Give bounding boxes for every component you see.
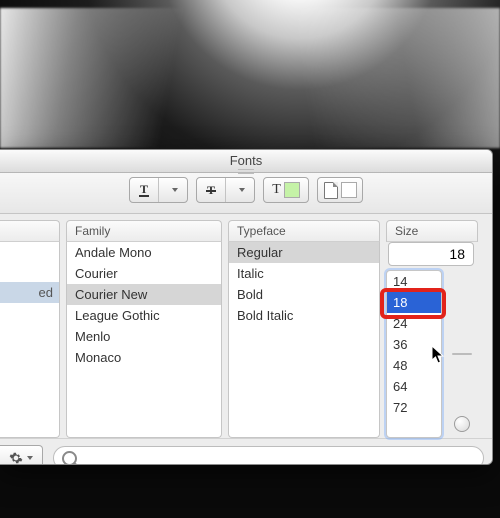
typeface-header: Typeface — [228, 220, 380, 242]
family-item[interactable]: Andale Mono — [67, 242, 221, 263]
window-title: Fonts — [230, 153, 263, 168]
document-color-button[interactable] — [317, 177, 363, 203]
titlebar-grip[interactable] — [238, 169, 254, 174]
window-titlebar[interactable]: Fonts — [0, 150, 492, 173]
fonts-panel: Fonts T T T ed — [0, 149, 493, 465]
family-column: Family Andale MonoCourierCourier NewLeag… — [66, 220, 222, 438]
collection-header — [0, 220, 60, 242]
document-color-swatch — [341, 182, 357, 198]
effects-toolbar: T T T — [0, 173, 492, 214]
mountain-ridge — [0, 8, 500, 148]
size-column: Size 14182436486472 — [386, 220, 478, 438]
strikethrough-icon: T — [207, 183, 215, 198]
size-item[interactable]: 72 — [387, 397, 441, 418]
chevron-down-icon — [172, 188, 178, 192]
underline-icon: T — [139, 183, 149, 197]
size-item[interactable]: 64 — [387, 376, 441, 397]
text-color-icon: T — [272, 182, 281, 198]
family-item[interactable]: League Gothic — [67, 305, 221, 326]
family-item[interactable]: Courier New — [67, 284, 221, 305]
text-color-swatch — [284, 182, 300, 198]
chevron-down-icon — [27, 456, 33, 460]
action-menu-button[interactable] — [0, 445, 43, 465]
search-field[interactable] — [53, 446, 484, 465]
family-list[interactable]: Andale MonoCourierCourier NewLeague Goth… — [66, 242, 222, 438]
collection-list[interactable]: ed — [0, 242, 60, 438]
strikethrough-menu[interactable] — [226, 178, 254, 202]
family-header: Family — [66, 220, 222, 242]
size-item[interactable]: 14 — [387, 271, 441, 292]
gear-icon — [9, 451, 23, 465]
size-input[interactable] — [388, 242, 474, 266]
underline-menu[interactable] — [159, 178, 187, 202]
chevron-down-icon — [239, 188, 245, 192]
search-input[interactable] — [83, 450, 475, 465]
bottom-bar — [0, 438, 492, 465]
size-item[interactable]: 48 — [387, 355, 441, 376]
size-list[interactable]: 14182436486472 — [386, 270, 442, 438]
typeface-column: Typeface RegularItalicBoldBold Italic — [228, 220, 380, 438]
size-controls: 14182436486472 — [386, 242, 478, 438]
size-slider[interactable] — [452, 270, 472, 438]
size-item[interactable]: 18 — [387, 292, 441, 313]
text-color-button[interactable]: T — [263, 177, 309, 203]
columns-area: ed Family Andale MonoCourierCourier NewL… — [0, 214, 492, 438]
slider-track — [452, 353, 472, 355]
strikethrough-button[interactable]: T — [196, 177, 255, 203]
typeface-item[interactable]: Bold Italic — [229, 305, 379, 326]
typeface-list[interactable]: RegularItalicBoldBold Italic — [228, 242, 380, 438]
page-icon — [324, 182, 338, 199]
size-item[interactable]: 24 — [387, 313, 441, 334]
size-header: Size — [386, 220, 478, 242]
collection-column: ed — [0, 220, 60, 438]
slider-thumb[interactable] — [454, 416, 470, 432]
underline-button[interactable]: T — [129, 177, 188, 203]
family-item[interactable]: Courier — [67, 263, 221, 284]
family-item[interactable]: Menlo — [67, 326, 221, 347]
collection-item-truncated[interactable]: ed — [0, 282, 59, 303]
typeface-item[interactable]: Italic — [229, 263, 379, 284]
typeface-item[interactable]: Bold — [229, 284, 379, 305]
size-item[interactable]: 36 — [387, 334, 441, 355]
typeface-item[interactable]: Regular — [229, 242, 379, 263]
search-icon — [62, 451, 77, 466]
family-item[interactable]: Monaco — [67, 347, 221, 368]
